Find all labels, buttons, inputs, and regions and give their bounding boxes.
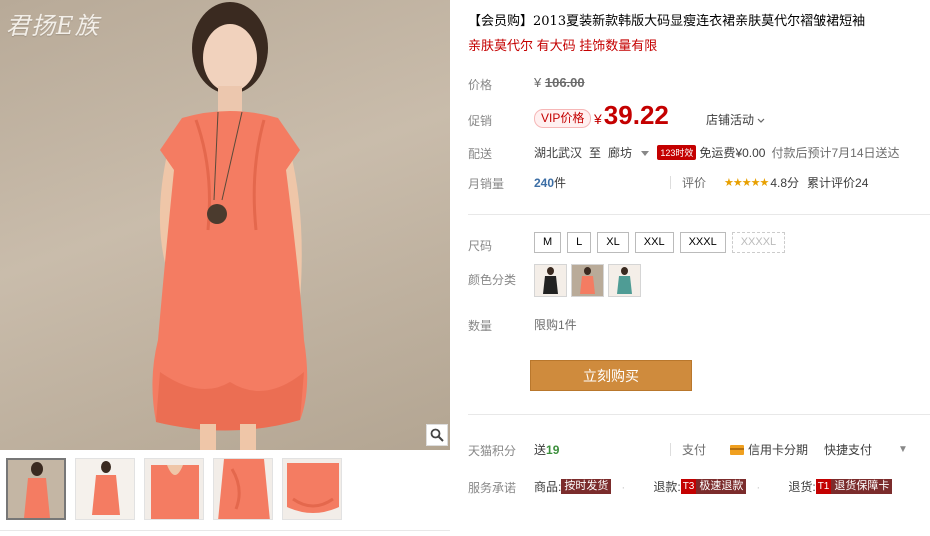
review-label: 评价 — [682, 176, 707, 190]
ship-to-word: 至 — [589, 146, 602, 160]
quantity-label: 数量 — [468, 319, 493, 333]
service-code-badge: T3 — [680, 479, 697, 494]
product-gallery: 君扬E族 — [0, 0, 450, 536]
rating-score: 4.8分 — [770, 176, 800, 190]
thumbnail-3[interactable] — [144, 458, 204, 520]
vip-price-tag: VIP价格 — [534, 109, 592, 128]
payment-expand-icon[interactable]: ▼ — [898, 444, 908, 455]
section-divider — [468, 214, 930, 215]
promo-price-value: 39.22 — [603, 100, 669, 130]
points-prefix: 送 — [534, 443, 547, 457]
review-summary: 评价 ★★★★★ 4.8分 累计评价24 — [682, 174, 868, 191]
original-price: ¥ 106.00 — [534, 75, 585, 90]
store-activity-label: 店铺活动 — [706, 113, 755, 127]
tmall-points: 送19 — [534, 441, 559, 458]
product-title: 【会员购】2013夏装新款韩版大码显瘦连衣裙亲肤莫代尔褶皱裙短袖 — [468, 14, 866, 29]
service-fast-refund[interactable]: 退款: T3 极速退款 · — [653, 478, 760, 495]
quick-pay-link[interactable]: 快捷支付 — [824, 441, 872, 458]
price-label: 价格 — [468, 78, 493, 92]
store-activity-dropdown[interactable]: 店铺活动 — [706, 111, 765, 128]
product-info-panel: 【会员购】2013夏装新款韩版大码显瘦连衣裙亲肤莫代尔褶皱裙短袖 亲肤莫代尔 有… — [468, 0, 930, 536]
original-price-value: 106.00 — [544, 75, 585, 90]
payment-options: 支付 信用卡分期 快捷支付 ▼ — [682, 441, 908, 458]
divider — [670, 176, 671, 189]
ship-to: 廊坊 — [608, 146, 633, 160]
section-divider — [468, 414, 930, 415]
service-item-label: 退货: — [788, 480, 816, 494]
brand-logo: 君扬E族 — [6, 12, 100, 40]
size-options: M L XL XXL XXXL XXXXL — [534, 232, 786, 253]
size-option-xl[interactable]: XL — [597, 232, 629, 253]
tmall-points-label: 天猫积分 — [468, 444, 517, 458]
delivery-eta: 付款后预计7月14日送达 — [771, 146, 900, 160]
shipping-info: 湖北武汉 至 廊坊 123时效 免运费 ¥0.00 付款后预计7月14日送达 — [534, 144, 900, 161]
buy-now-button[interactable]: 立刻购买 — [530, 360, 692, 391]
credit-card-icon — [730, 444, 745, 455]
credit-installment-link[interactable]: 信用卡分期 — [748, 441, 808, 458]
monthly-sales-count: 240 — [534, 176, 555, 190]
free-shipping-text: 免运费 — [699, 146, 736, 160]
promo-price: ¥39.22 — [594, 100, 669, 131]
service-promises: 商品: 按时发货 · 退款: T3 极速退款 · 退货: T1 退货保障卡 — [534, 478, 920, 495]
rating-stars-icon: ★★★★★ — [724, 177, 769, 189]
promo-currency: ¥ — [594, 111, 602, 127]
size-option-m[interactable]: M — [534, 232, 562, 253]
zoom-button[interactable] — [426, 424, 448, 446]
separator-dot: · — [621, 479, 626, 494]
currency-symbol: ¥ — [534, 75, 542, 90]
service-return-guarantee[interactable]: 退货: T1 退货保障卡 — [788, 478, 893, 495]
product-subtitle: 亲肤莫代尔 有大码 挂饰数量有限 — [468, 38, 658, 53]
service-item-label: 退款: — [653, 480, 681, 494]
service-on-time-delivery[interactable]: 商品: 按时发货 · — [534, 478, 625, 495]
thumbnail-4[interactable] — [213, 458, 273, 520]
model-photo — [152, 2, 308, 450]
size-option-xxl[interactable]: XXL — [634, 232, 674, 253]
purchase-limit: 限购1件 — [534, 318, 577, 332]
separator-dot: · — [756, 479, 761, 494]
points-value: 19 — [546, 443, 560, 457]
total-reviews-link[interactable]: 累计评价24 — [807, 174, 868, 191]
monthly-sales: 240件 — [534, 174, 566, 191]
size-option-xxxl[interactable]: XXXL — [679, 232, 726, 253]
main-product-image[interactable]: 君扬E族 — [0, 0, 450, 450]
color-option-teal[interactable] — [608, 264, 641, 297]
chevron-down-icon — [757, 118, 765, 123]
color-option-black[interactable] — [534, 264, 567, 297]
size-option-xxxxl: XXXXL — [731, 232, 786, 253]
monthly-sales-unit: 件 — [554, 176, 567, 190]
service-code-badge: T1 — [815, 479, 832, 494]
magnifier-icon — [430, 428, 444, 442]
delivery-time-badge: 123时效 — [657, 145, 697, 160]
service-tag: 按时发货 — [561, 479, 612, 494]
thumbnail-strip — [0, 454, 450, 536]
chevron-down-icon — [641, 151, 650, 156]
color-option-coral[interactable] — [571, 264, 604, 297]
shipping-fee: ¥0.00 — [735, 145, 766, 160]
service-label: 服务承诺 — [468, 481, 517, 495]
gallery-divider — [0, 530, 450, 531]
thumbnail-2[interactable] — [75, 458, 135, 520]
thumbnail-5[interactable] — [282, 458, 342, 520]
ship-to-selector[interactable]: 廊坊 — [608, 144, 650, 161]
thumbnail-1[interactable] — [6, 458, 66, 520]
promo-label: 促销 — [468, 114, 493, 128]
divider — [670, 443, 671, 456]
color-options — [534, 264, 641, 297]
monthly-sales-label: 月销量 — [468, 177, 505, 191]
size-option-l[interactable]: L — [567, 232, 592, 253]
service-item-label: 商品: — [534, 480, 562, 494]
size-label: 尺码 — [468, 239, 493, 253]
shipping-label: 配送 — [468, 147, 493, 161]
service-tag: 极速退款 — [696, 479, 747, 494]
payment-label: 支付 — [682, 443, 707, 457]
ship-from: 湖北武汉 — [534, 146, 583, 160]
service-tag: 退货保障卡 — [831, 479, 893, 494]
color-label: 颜色分类 — [468, 273, 517, 287]
